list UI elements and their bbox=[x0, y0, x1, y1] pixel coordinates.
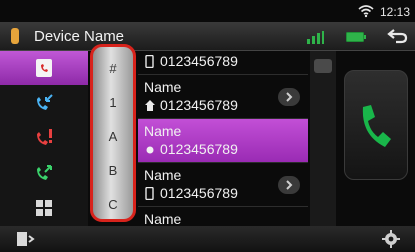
mobile-icon bbox=[145, 187, 154, 200]
contact-number: 0123456789 bbox=[160, 185, 238, 201]
dot-icon bbox=[146, 146, 154, 154]
back-icon[interactable] bbox=[386, 26, 410, 46]
contact-number: 0123456789 bbox=[160, 97, 238, 113]
scrollbar-thumb[interactable] bbox=[314, 59, 332, 73]
sidebar-item-outgoing-calls[interactable] bbox=[0, 156, 88, 190]
signal-icon bbox=[307, 31, 324, 44]
contact-number: 0123456789 bbox=[160, 141, 238, 157]
contact-row[interactable]: Name 0123456789 bbox=[138, 75, 308, 119]
battery-icon bbox=[346, 32, 366, 42]
phone-source-icon bbox=[11, 28, 19, 44]
phonebook-icon bbox=[36, 59, 52, 77]
contact-row[interactable]: Name bbox=[138, 207, 308, 226]
row-detail-button[interactable] bbox=[278, 176, 300, 194]
contact-name: Name bbox=[144, 211, 182, 226]
sidebar-item-keypad[interactable] bbox=[0, 191, 88, 225]
call-button[interactable] bbox=[344, 70, 408, 180]
missed-call-icon bbox=[37, 129, 52, 145]
menu-icon[interactable] bbox=[4, 229, 44, 249]
contact-row[interactable]: 0123456789 bbox=[138, 51, 308, 75]
chevron-right-icon bbox=[286, 180, 293, 190]
contact-name: Name bbox=[144, 79, 182, 95]
clock: 12:13 bbox=[380, 5, 411, 19]
sidebar-item-phonebook[interactable] bbox=[0, 51, 88, 85]
sidebar bbox=[0, 51, 88, 226]
page-title: Device Name bbox=[34, 28, 125, 45]
contact-name: Name bbox=[144, 167, 182, 183]
sidebar-item-missed-calls[interactable] bbox=[0, 121, 88, 155]
title-bar: Device Name bbox=[0, 22, 415, 51]
settings-icon[interactable] bbox=[380, 229, 402, 249]
index-letter[interactable]: 1 bbox=[93, 95, 133, 110]
bottom-bar bbox=[0, 226, 415, 252]
home-icon bbox=[145, 100, 155, 111]
chevron-right-icon bbox=[286, 92, 293, 102]
alphabet-index[interactable]: # 1 A B C bbox=[90, 44, 136, 222]
outgoing-call-icon bbox=[37, 165, 52, 180]
mobile-icon bbox=[145, 55, 154, 68]
wifi-icon bbox=[358, 5, 374, 18]
status-bar: 12:13 bbox=[0, 0, 415, 22]
index-letter[interactable]: # bbox=[93, 61, 133, 76]
keypad-icon bbox=[36, 200, 52, 216]
index-letter[interactable]: C bbox=[93, 197, 133, 212]
sidebar-item-incoming-calls[interactable] bbox=[0, 86, 88, 120]
scrollbar[interactable] bbox=[310, 51, 336, 226]
index-letter[interactable]: B bbox=[93, 163, 133, 178]
contact-name: Name bbox=[144, 123, 182, 139]
contact-row[interactable]: Name 0123456789 bbox=[138, 163, 308, 207]
row-detail-button[interactable] bbox=[278, 88, 300, 106]
index-letter[interactable]: A bbox=[93, 129, 133, 144]
phone-screen: 12:13 Device Name # 1 A B C 0123456789 N… bbox=[0, 0, 415, 252]
phone-call-icon bbox=[362, 105, 391, 147]
incoming-call-icon bbox=[37, 94, 53, 110]
contact-number: 0123456789 bbox=[160, 53, 238, 69]
contact-list: 0123456789 Name 0123456789 Name 01234567… bbox=[138, 51, 308, 226]
contact-row-selected[interactable]: Name 0123456789 bbox=[138, 119, 308, 163]
